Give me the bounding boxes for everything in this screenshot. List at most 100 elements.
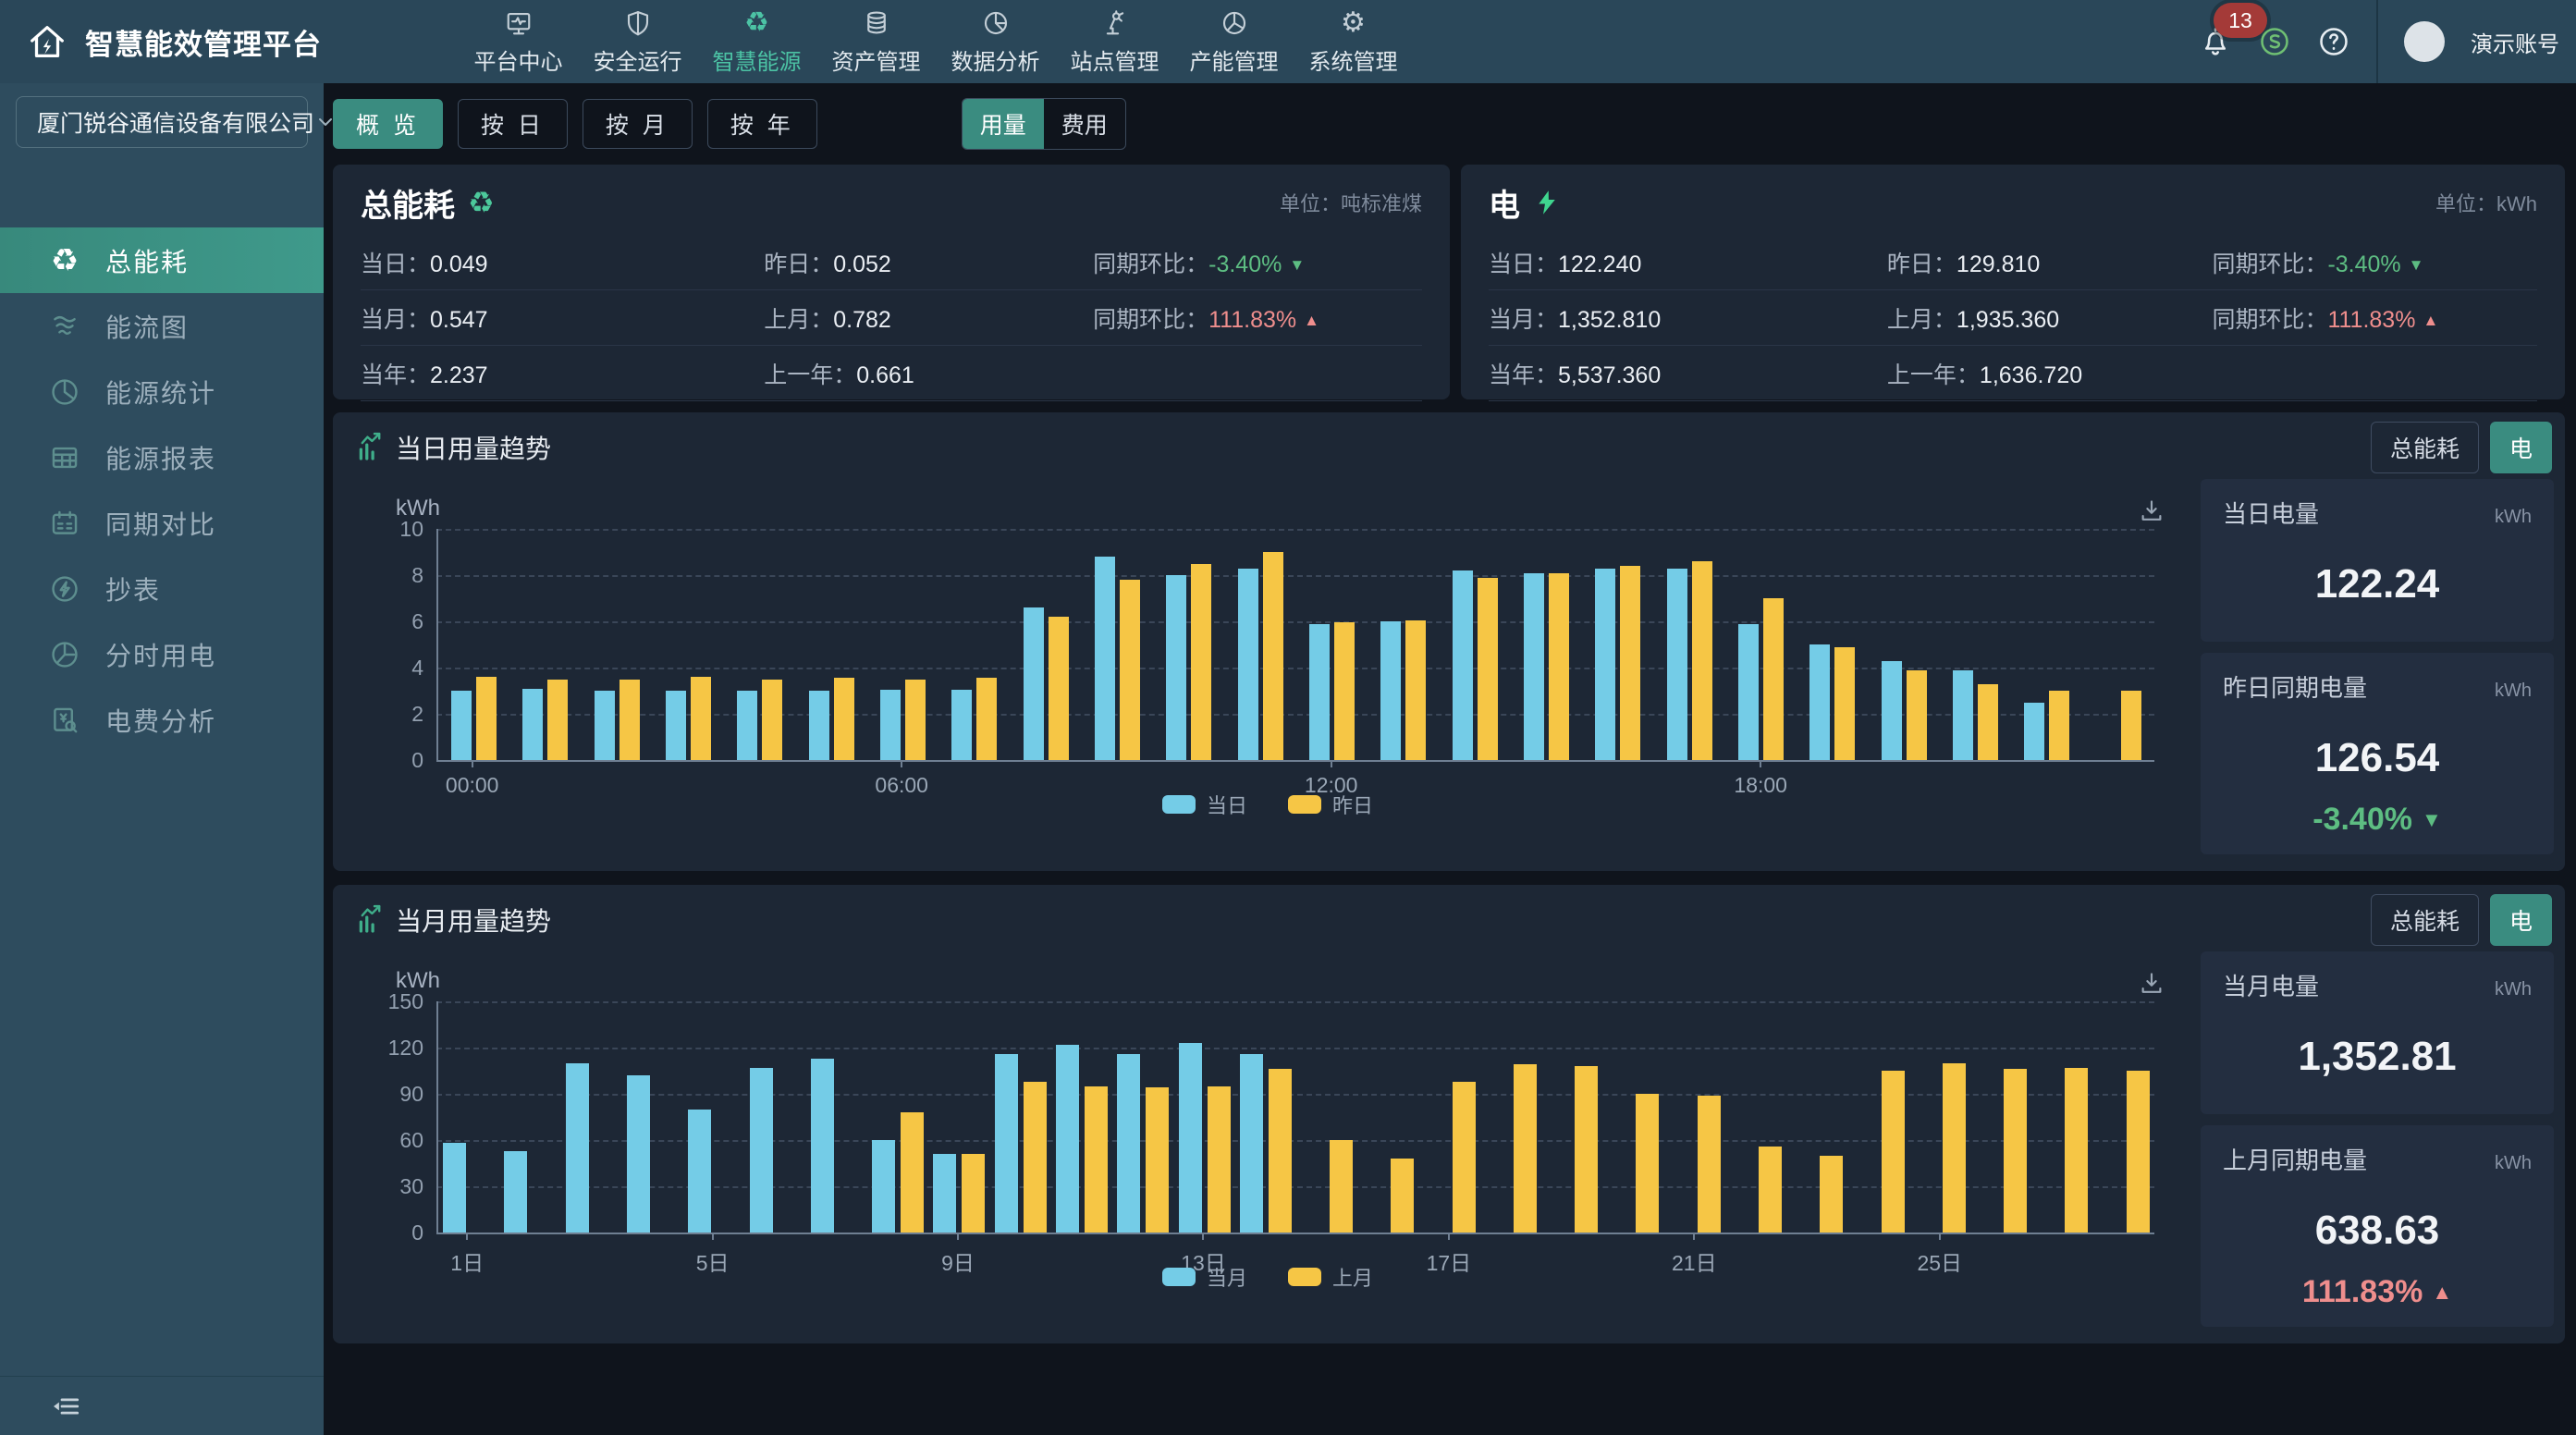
bar-当月-9日[interactable]	[933, 1154, 956, 1233]
nav-item-系统管理[interactable]: ⚙系统管理	[1294, 0, 1413, 83]
bar-上月-18日[interactable]	[1514, 1064, 1537, 1233]
notifications-button[interactable]: 13	[2199, 25, 2232, 58]
bar-当月-13日[interactable]	[1179, 1043, 1202, 1233]
bar-当日-12:00[interactable]	[1309, 624, 1330, 761]
bar-上月-21日[interactable]	[1698, 1096, 1721, 1233]
toggle-费用[interactable]: 费用	[1044, 99, 1125, 149]
bar-昨日-17:00[interactable]	[1692, 561, 1712, 760]
bar-昨日-16:00[interactable]	[1620, 566, 1640, 760]
sidebar-item-能源报表[interactable]: 能源报表	[0, 424, 324, 490]
filter-tab-概览[interactable]: 概 览	[333, 99, 443, 149]
bar-昨日-01:00[interactable]	[547, 680, 568, 761]
bar-当日-08:00[interactable]	[1024, 607, 1044, 760]
bar-当月-7日[interactable]	[811, 1059, 834, 1233]
bar-昨日-08:00[interactable]	[1049, 617, 1069, 760]
nav-item-安全运行[interactable]: 安全运行	[578, 0, 697, 83]
company-select[interactable]: 厦门锐谷通信设备有限公司	[16, 96, 308, 148]
panel-button-电[interactable]: 电	[2490, 422, 2552, 473]
bar-上月-28日[interactable]	[2127, 1071, 2150, 1233]
download-icon[interactable]	[2138, 970, 2165, 1002]
bar-当日-10:00[interactable]	[1166, 575, 1186, 760]
bar-当日-07:00[interactable]	[951, 690, 972, 760]
bar-当日-21:00[interactable]	[1953, 670, 1973, 761]
bar-当日-19:00[interactable]	[1809, 644, 1830, 760]
bar-昨日-03:00[interactable]	[691, 677, 711, 760]
sidebar-item-抄表[interactable]: 抄表	[0, 556, 324, 621]
bar-上月-24日[interactable]	[1882, 1071, 1905, 1233]
bar-上月-12日[interactable]	[1146, 1087, 1169, 1233]
bar-昨日-18:00[interactable]	[1763, 598, 1784, 760]
bar-上月-17日[interactable]	[1453, 1082, 1476, 1233]
bar-当日-16:00[interactable]	[1595, 569, 1615, 761]
bar-上月-16日[interactable]	[1391, 1159, 1414, 1233]
bar-当月-3日[interactable]	[566, 1063, 589, 1233]
bar-当月-1日[interactable]	[443, 1143, 466, 1233]
bar-当日-17:00[interactable]	[1667, 569, 1687, 761]
bar-昨日-19:00[interactable]	[1834, 647, 1855, 761]
bar-昨日-22:00[interactable]	[2049, 691, 2069, 760]
sidebar-item-分时用电[interactable]: 分时用电	[0, 621, 324, 687]
account-name[interactable]: 演示账号	[2471, 26, 2559, 58]
bar-上月-9日[interactable]	[962, 1154, 985, 1233]
bar-当月-4日[interactable]	[627, 1075, 650, 1233]
bar-当日-02:00[interactable]	[595, 691, 615, 760]
bar-当日-05:00[interactable]	[809, 691, 829, 760]
bar-当日-11:00[interactable]	[1238, 569, 1258, 761]
toggle-用量[interactable]: 用量	[963, 99, 1044, 149]
bar-昨日-00:00[interactable]	[476, 677, 497, 760]
nav-item-站点管理[interactable]: 站点管理	[1055, 0, 1174, 83]
panel-button-总能耗[interactable]: 总能耗	[2371, 422, 2479, 473]
sidebar-item-能流图[interactable]: 能流图	[0, 293, 324, 359]
bar-昨日-06:00[interactable]	[905, 680, 926, 761]
bar-昨日-10:00[interactable]	[1191, 564, 1211, 761]
bar-上月-14日[interactable]	[1269, 1069, 1292, 1233]
panel-button-电[interactable]: 电	[2490, 894, 2552, 946]
nav-item-资产管理[interactable]: 资产管理	[816, 0, 936, 83]
bar-当月-5日[interactable]	[688, 1110, 711, 1233]
bar-上月-25日[interactable]	[1943, 1063, 1966, 1233]
download-icon[interactable]	[2138, 497, 2165, 530]
sidebar-item-能源统计[interactable]: 能源统计	[0, 359, 324, 424]
bar-当月-2日[interactable]	[504, 1151, 527, 1233]
filter-tab-按月[interactable]: 按 月	[583, 99, 693, 149]
bar-当日-04:00[interactable]	[737, 691, 757, 760]
bar-昨日-09:00[interactable]	[1120, 580, 1140, 760]
bar-上月-22日[interactable]	[1759, 1147, 1782, 1233]
bar-当日-06:00[interactable]	[880, 690, 901, 760]
bar-昨日-11:00[interactable]	[1263, 552, 1283, 760]
bar-上月-11日[interactable]	[1085, 1086, 1108, 1233]
legend-昨日[interactable]: 昨日	[1288, 790, 1373, 819]
bar-昨日-14:00[interactable]	[1478, 578, 1498, 761]
collapse-sidebar-button[interactable]	[48, 1389, 83, 1424]
bar-当日-13:00[interactable]	[1380, 621, 1401, 760]
legend-上月[interactable]: 上月	[1288, 1262, 1373, 1292]
bar-昨日-04:00[interactable]	[762, 680, 782, 761]
nav-item-平台中心[interactable]: 平台中心	[459, 0, 578, 83]
avatar[interactable]	[2404, 21, 2445, 62]
legend-当月[interactable]: 当月	[1162, 1262, 1247, 1292]
bar-当月-8日[interactable]	[872, 1140, 895, 1233]
nav-item-数据分析[interactable]: 数据分析	[936, 0, 1055, 83]
bar-当日-01:00[interactable]	[522, 689, 543, 761]
bar-当日-00:00[interactable]	[451, 691, 472, 760]
panel-button-总能耗[interactable]: 总能耗	[2371, 894, 2479, 946]
legend-当日[interactable]: 当日	[1162, 790, 1247, 819]
bar-当日-22:00[interactable]	[2024, 703, 2044, 761]
bar-上月-10日[interactable]	[1024, 1082, 1047, 1233]
bar-上月-26日[interactable]	[2004, 1069, 2027, 1233]
bar-昨日-13:00[interactable]	[1405, 620, 1426, 760]
bar-当日-15:00[interactable]	[1524, 573, 1544, 761]
bar-当月-14日[interactable]	[1240, 1054, 1263, 1233]
nav-item-产能管理[interactable]: 产能管理	[1174, 0, 1294, 83]
bar-昨日-12:00[interactable]	[1334, 622, 1355, 760]
health-status-icon[interactable]	[2258, 25, 2291, 58]
bar-当日-14:00[interactable]	[1453, 570, 1473, 760]
sidebar-item-同期对比[interactable]: 同期对比	[0, 490, 324, 556]
bar-当月-11日[interactable]	[1056, 1045, 1079, 1233]
sidebar-item-总能耗[interactable]: ♻总能耗	[0, 227, 324, 293]
bar-昨日-07:00[interactable]	[976, 678, 997, 760]
bar-昨日-20:00[interactable]	[1907, 670, 1927, 761]
bar-当日-18:00[interactable]	[1738, 624, 1759, 761]
bar-当日-03:00[interactable]	[666, 691, 686, 760]
bar-昨日-15:00[interactable]	[1549, 573, 1569, 761]
